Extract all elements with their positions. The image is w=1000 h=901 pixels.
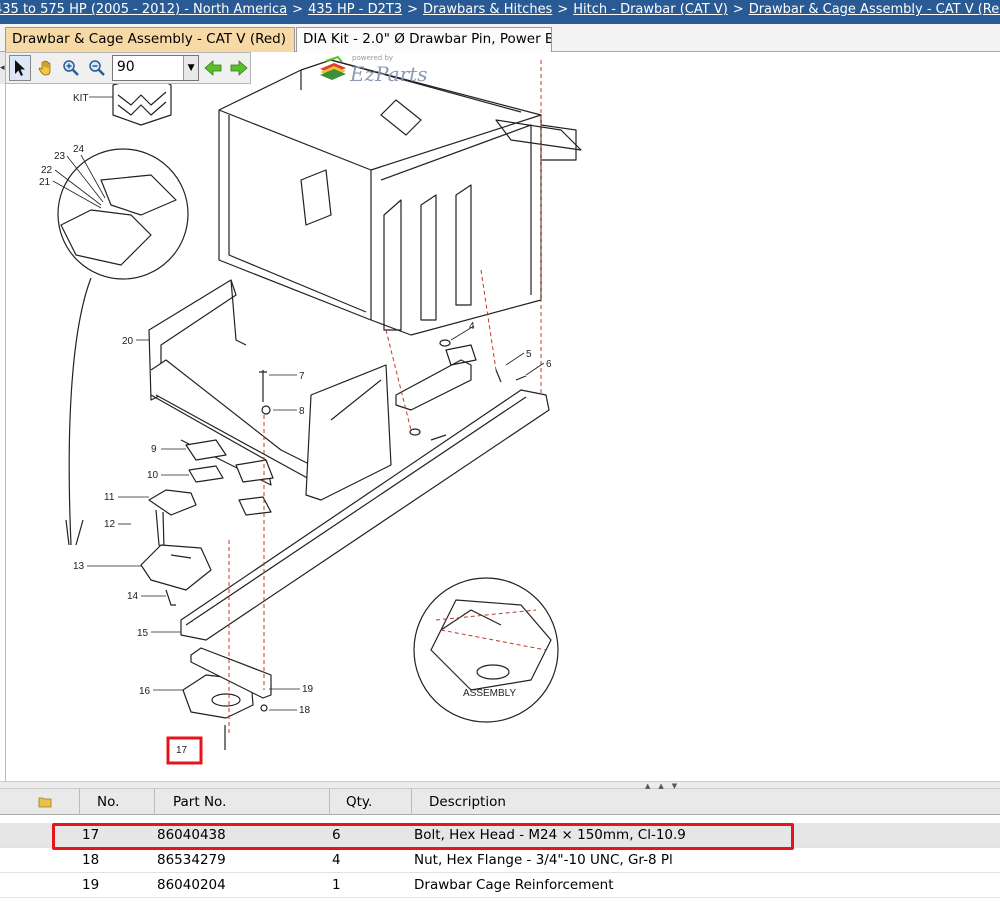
- row-qty: 6: [332, 827, 341, 843]
- breadcrumb-link-model[interactable]: 435 to 575 HP (2005 - 2012) - North Amer…: [0, 2, 287, 17]
- callout-6[interactable]: 6: [546, 359, 552, 370]
- callout-12[interactable]: 12: [104, 519, 116, 530]
- back-arrow-icon[interactable]: [202, 55, 224, 81]
- table-row[interactable]: 17 86040438 6 Bolt, Hex Head - M24 × 150…: [0, 823, 1000, 848]
- partial-row: [0, 815, 1000, 821]
- logo-powered-by: powered by: [352, 54, 394, 62]
- breadcrumb-link-drawbars[interactable]: Drawbars & Hitches: [423, 2, 552, 17]
- folder-icon: [38, 797, 52, 808]
- row-part-no: 86040204: [157, 877, 226, 893]
- breadcrumb-link-assembly[interactable]: Drawbar & Cage Assembly - CAT V (Red): [749, 2, 1000, 17]
- row-part-no: 86040438: [157, 827, 226, 843]
- select-arrow-icon[interactable]: [9, 55, 32, 81]
- callout-5[interactable]: 5: [526, 349, 532, 360]
- zoom-level-value[interactable]: 90: [113, 56, 183, 80]
- row-qty: 4: [332, 852, 341, 868]
- tab-dia-kit[interactable]: DIA Kit - 2.0" Ø Drawbar Pin, Power Beyo…: [296, 27, 552, 52]
- breadcrumb-separator: >: [732, 2, 744, 17]
- row-no: 18: [82, 852, 100, 868]
- callout-19[interactable]: 19: [302, 684, 314, 695]
- zoom-in-icon[interactable]: [60, 55, 82, 81]
- row-description: Drawbar Cage Reinforcement: [414, 877, 614, 893]
- callout-22[interactable]: 22: [41, 165, 53, 176]
- callout-kit: KIT: [73, 93, 89, 104]
- header-no[interactable]: No.: [80, 789, 155, 815]
- books-logo-icon: [320, 55, 346, 80]
- callout-16[interactable]: 16: [139, 686, 151, 697]
- row-no: 19: [82, 877, 100, 893]
- row-part-no: 86534279: [157, 852, 226, 868]
- callout-18[interactable]: 18: [299, 705, 311, 716]
- tab-drawbar-cage-assembly[interactable]: Drawbar & Cage Assembly - CAT V (Red): [5, 27, 295, 52]
- header-part-no[interactable]: Part No.: [155, 789, 330, 815]
- header-qty[interactable]: Qty.: [330, 789, 412, 815]
- callout-9[interactable]: 9: [151, 444, 157, 455]
- viewer-toolbar: 90 ▼: [5, 52, 251, 84]
- zoom-out-icon[interactable]: [85, 55, 107, 81]
- callout-8[interactable]: 8: [299, 406, 305, 417]
- callout-14[interactable]: 14: [127, 591, 139, 602]
- breadcrumb-separator: >: [407, 2, 418, 17]
- callout-7[interactable]: 7: [299, 371, 305, 382]
- callout-assembly: ASSEMBLY: [463, 688, 516, 699]
- toolbar-collapse-arrow[interactable]: ◂: [0, 52, 5, 84]
- row-description: Nut, Hex Flange - 3/4"-10 UNC, Gr-8 Pl: [414, 852, 673, 868]
- diagram-viewer[interactable]: KIT ASSEMBLY 4 5 6 7 8 9 10 11 12 13 14 …: [5, 52, 1000, 781]
- callout-13[interactable]: 13: [73, 561, 85, 572]
- header-description[interactable]: Description: [412, 789, 1000, 815]
- pane-splitter[interactable]: ▲▲▼: [0, 781, 1000, 790]
- tab-bar: Drawbar & Cage Assembly - CAT V (Red) DI…: [0, 24, 1000, 52]
- ezparts-logo: powered by EzParts: [318, 52, 428, 86]
- callout-11[interactable]: 11: [104, 492, 115, 503]
- table-header: No. Part No. Qty. Description: [0, 789, 1000, 815]
- pan-hand-icon[interactable]: [34, 55, 56, 81]
- zoom-level-select[interactable]: 90 ▼: [111, 55, 200, 81]
- exploded-parts-diagram: KIT ASSEMBLY 4 5 6 7 8 9 10 11 12 13 14 …: [39, 59, 582, 765]
- breadcrumb-link-hp[interactable]: 435 HP - D2T3: [308, 2, 402, 17]
- callout-21[interactable]: 21: [39, 177, 51, 188]
- callout-24[interactable]: 24: [73, 144, 85, 155]
- breadcrumb-separator: >: [557, 2, 569, 17]
- callout-20[interactable]: 20: [122, 336, 134, 347]
- breadcrumb-link-hitch[interactable]: Hitch - Drawbar (CAT V): [573, 2, 728, 17]
- breadcrumb: 435 to 575 HP (2005 - 2012) - North Amer…: [0, 0, 1000, 24]
- table-row[interactable]: 18 86534279 4 Nut, Hex Flange - 3/4"-10 …: [0, 848, 1000, 873]
- callout-4[interactable]: 4: [469, 321, 475, 332]
- chevron-down-icon[interactable]: ▼: [183, 56, 199, 80]
- logo-name: EzParts: [350, 62, 428, 86]
- callout-10[interactable]: 10: [147, 470, 159, 481]
- breadcrumb-separator: >: [292, 2, 304, 17]
- callout-15[interactable]: 15: [137, 628, 149, 639]
- parts-table: No. Part No. Qty. Description 17 8604043…: [0, 789, 1000, 901]
- table-row[interactable]: 19 86040204 1 Drawbar Cage Reinforcement: [0, 873, 1000, 898]
- row-qty: 1: [332, 877, 341, 893]
- callout-23[interactable]: 23: [54, 151, 66, 162]
- header-icon-cell[interactable]: [0, 789, 80, 815]
- row-no: 17: [82, 827, 100, 843]
- forward-arrow-icon[interactable]: [228, 55, 250, 81]
- callout-17[interactable]: 17: [176, 745, 188, 756]
- row-description: Bolt, Hex Head - M24 × 150mm, Cl-10.9: [414, 827, 686, 843]
